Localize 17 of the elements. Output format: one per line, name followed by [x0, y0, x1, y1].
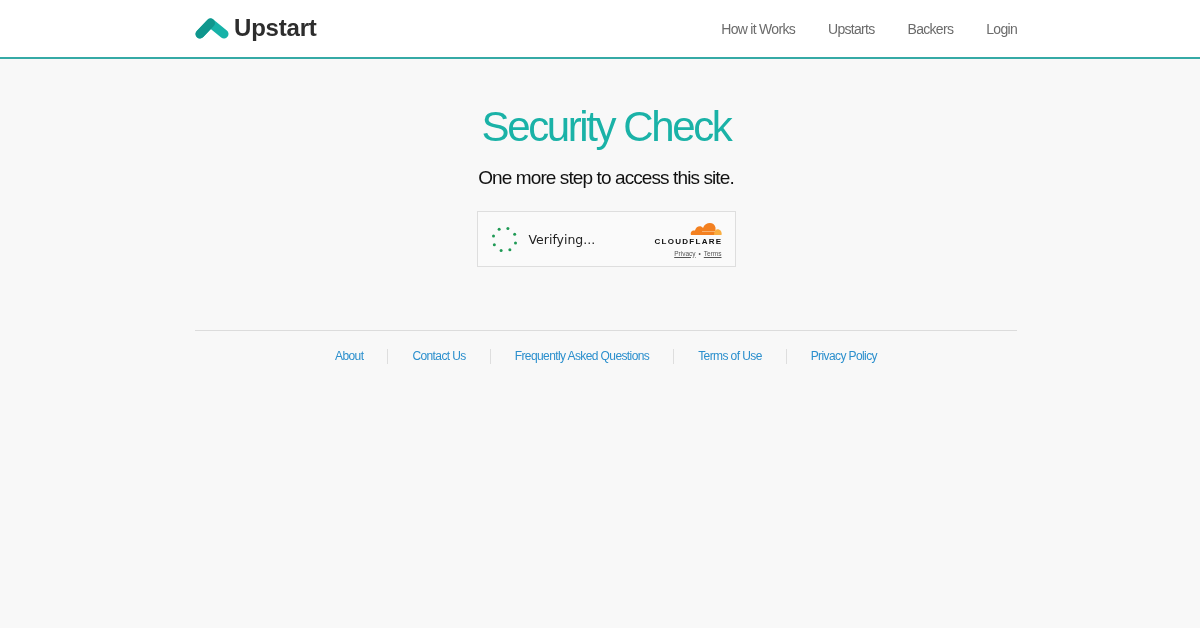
nav-link[interactable]: Upstarts [828, 20, 875, 37]
footer-link[interactable]: Terms of Use [698, 348, 762, 364]
cloudflare-wordmark: CLOUDFLARE [654, 236, 723, 247]
footer-link[interactable]: Frequently Asked Questions [514, 348, 650, 364]
nav-link[interactable]: Backers [907, 20, 954, 37]
logo-link[interactable]: Upstart [195, 13, 317, 42]
status-text: Verifying... [528, 231, 596, 247]
subtitle-text: One more step to access this site. [478, 166, 734, 190]
footer-link[interactable]: Privacy Policy [810, 348, 877, 364]
chevron-logo-icon [195, 16, 229, 39]
footer-link[interactable]: Contact Us [412, 348, 466, 364]
footer-link[interactable]: About [335, 348, 364, 364]
spinner-icon [490, 225, 518, 253]
nav-link[interactable]: Login [986, 20, 1017, 37]
page-title: Security Check [481, 102, 731, 152]
cloud-icon [689, 220, 722, 236]
nav-link[interactable]: How it Works [721, 20, 795, 37]
